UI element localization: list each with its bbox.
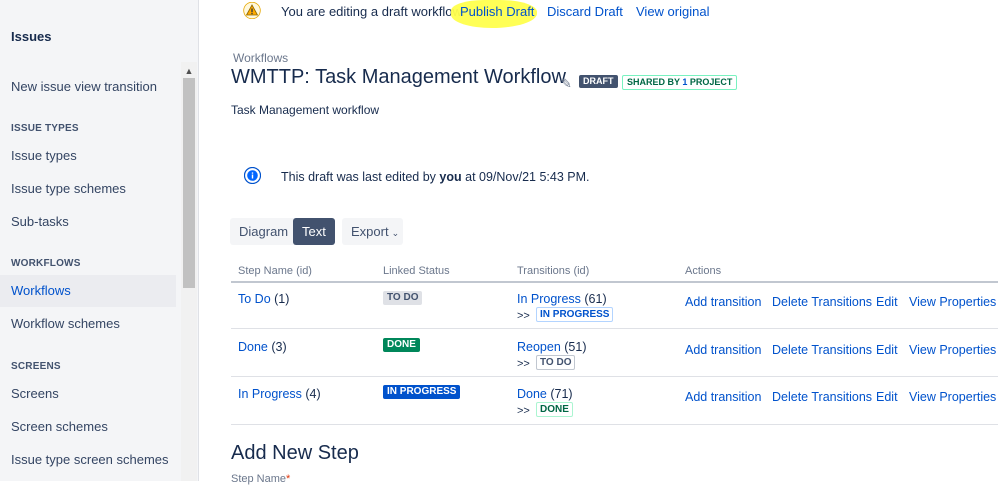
sidebar-item-issue-type-schemes[interactable]: Issue type schemes bbox=[0, 173, 176, 205]
target-status-lozenge: IN PROGRESS bbox=[536, 307, 614, 322]
transition-cell: Reopen (51) bbox=[517, 340, 587, 354]
step-name-link[interactable]: In Progress bbox=[238, 387, 302, 401]
sidebar-heading-screens: SCREENS bbox=[11, 361, 61, 372]
add-transition-link[interactable]: Add transition bbox=[685, 295, 761, 309]
sidebar-title: Issues bbox=[11, 29, 52, 44]
publish-draft-link[interactable]: Publish Draft bbox=[460, 4, 534, 19]
text-view-button[interactable]: Text bbox=[293, 218, 335, 245]
sidebar-scrollbar[interactable]: ▲ bbox=[181, 62, 197, 481]
target-status-lozenge: DONE bbox=[536, 402, 573, 417]
view-properties-link[interactable]: View Properties bbox=[909, 295, 996, 309]
scroll-up-arrow-icon[interactable]: ▲ bbox=[181, 64, 197, 78]
workflow-description: Task Management workflow bbox=[231, 103, 380, 117]
transition-id: (71) bbox=[546, 387, 573, 401]
delete-transitions-link[interactable]: Delete Transitions bbox=[772, 390, 872, 404]
view-properties-link[interactable]: View Properties bbox=[909, 390, 996, 404]
transition-arrow: >> bbox=[517, 310, 530, 322]
column-header-linked-status: Linked Status bbox=[383, 265, 450, 277]
breadcrumb[interactable]: Workflows bbox=[233, 51, 288, 65]
linked-status-lozenge: DONE bbox=[383, 338, 420, 352]
diagram-view-button[interactable]: Diagram bbox=[230, 218, 298, 245]
sidebar-item-new-issue-view-transition[interactable]: New issue view transition bbox=[0, 71, 176, 103]
pencil-icon[interactable]: ✎ bbox=[561, 76, 572, 92]
column-header-step-name: Step Name (id) bbox=[238, 265, 312, 277]
transition-link[interactable]: Reopen bbox=[517, 340, 561, 354]
add-transition-link[interactable]: Add transition bbox=[685, 390, 761, 404]
sidebar-item-issue-types[interactable]: Issue types bbox=[0, 140, 176, 172]
sidebar-heading-issue-types: ISSUE TYPES bbox=[11, 123, 79, 134]
scrollbar-thumb[interactable] bbox=[183, 78, 195, 288]
step-name-label: Step Name bbox=[231, 473, 287, 485]
edit-step-link[interactable]: Edit bbox=[876, 295, 898, 309]
step-id: (4) bbox=[301, 387, 321, 401]
add-new-step-heading: Add New Step bbox=[231, 442, 359, 464]
sidebar-heading-workflows: WORKFLOWS bbox=[11, 258, 81, 269]
transition-arrow: >> bbox=[517, 405, 530, 417]
transition-cell: Done (71) bbox=[517, 387, 573, 401]
linked-status-lozenge: TO DO bbox=[383, 291, 423, 305]
required-marker: * bbox=[286, 473, 291, 485]
step-name-link[interactable]: Done bbox=[238, 340, 268, 354]
column-header-actions: Actions bbox=[685, 265, 722, 277]
column-header-transitions: Transitions (id) bbox=[517, 265, 590, 277]
shared-by-lozenge[interactable]: SHARED BY 1 PROJECT bbox=[622, 75, 738, 90]
sidebar-item-sub-tasks[interactable]: Sub-tasks bbox=[0, 206, 176, 238]
edit-step-link[interactable]: Edit bbox=[876, 390, 898, 404]
delete-transitions-link[interactable]: Delete Transitions bbox=[772, 343, 872, 357]
row-divider bbox=[231, 328, 998, 329]
transition-link[interactable]: Done bbox=[517, 387, 547, 401]
info-icon bbox=[244, 167, 261, 184]
view-original-link[interactable]: View original bbox=[636, 4, 709, 19]
step-name-cell: In Progress (4) bbox=[238, 387, 321, 401]
draft-lozenge: DRAFT bbox=[579, 75, 618, 88]
step-id: (3) bbox=[267, 340, 287, 354]
sidebar-item-screen-schemes[interactable]: Screen schemes bbox=[0, 411, 176, 443]
sidebar-item-screens[interactable]: Screens bbox=[0, 378, 176, 410]
step-name-link[interactable]: To Do bbox=[238, 292, 271, 306]
step-name-field-label: Step Name* bbox=[231, 473, 290, 485]
row-divider bbox=[231, 424, 998, 425]
admin-sidebar: Issues New issue view transition ISSUE T… bbox=[0, 0, 199, 481]
chevron-down-icon: ⌄ bbox=[391, 228, 400, 238]
view-properties-link[interactable]: View Properties bbox=[909, 343, 996, 357]
banner-message: You are editing a draft workflow. bbox=[281, 4, 465, 19]
export-label: Export bbox=[351, 224, 389, 239]
discard-draft-link[interactable]: Discard Draft bbox=[547, 4, 623, 19]
transition-id: (51) bbox=[560, 340, 587, 354]
draft-info-message: This draft was last edited by you at 09/… bbox=[281, 170, 590, 184]
info-prefix: This draft was last edited by bbox=[281, 170, 440, 184]
transition-id: (61) bbox=[580, 292, 607, 306]
info-suffix: at 09/Nov/21 5:43 PM. bbox=[461, 170, 590, 184]
edit-step-link[interactable]: Edit bbox=[876, 343, 898, 357]
target-status-lozenge: TO DO bbox=[536, 355, 576, 370]
delete-transitions-link[interactable]: Delete Transitions bbox=[772, 295, 872, 309]
shared-suffix: PROJECT bbox=[687, 77, 733, 87]
transition-cell: In Progress (61) bbox=[517, 292, 607, 306]
step-id: (1) bbox=[270, 292, 290, 306]
add-transition-link[interactable]: Add transition bbox=[685, 343, 761, 357]
transition-link[interactable]: In Progress bbox=[517, 292, 581, 306]
transition-arrow: >> bbox=[517, 358, 530, 370]
export-dropdown-button[interactable]: Export ⌄ bbox=[342, 218, 403, 245]
draft-banner: You are editing a draft workflow. Publis… bbox=[199, 0, 998, 28]
page-title: WMTTP: Task Management Workflow bbox=[231, 66, 566, 88]
sidebar-item-workflow-schemes[interactable]: Workflow schemes bbox=[0, 308, 176, 340]
row-divider bbox=[231, 376, 998, 377]
sidebar-item-workflows[interactable]: Workflows bbox=[0, 275, 176, 307]
step-name-cell: Done (3) bbox=[238, 340, 287, 354]
table-header-divider bbox=[231, 281, 998, 283]
info-user: you bbox=[439, 170, 462, 184]
warning-icon bbox=[243, 2, 261, 19]
linked-status-lozenge: IN PROGRESS bbox=[383, 385, 461, 399]
step-name-cell: To Do (1) bbox=[238, 292, 289, 306]
sidebar-item-issue-type-screen-schemes[interactable]: Issue type screen schemes bbox=[0, 444, 176, 476]
shared-prefix: SHARED BY bbox=[627, 77, 683, 87]
